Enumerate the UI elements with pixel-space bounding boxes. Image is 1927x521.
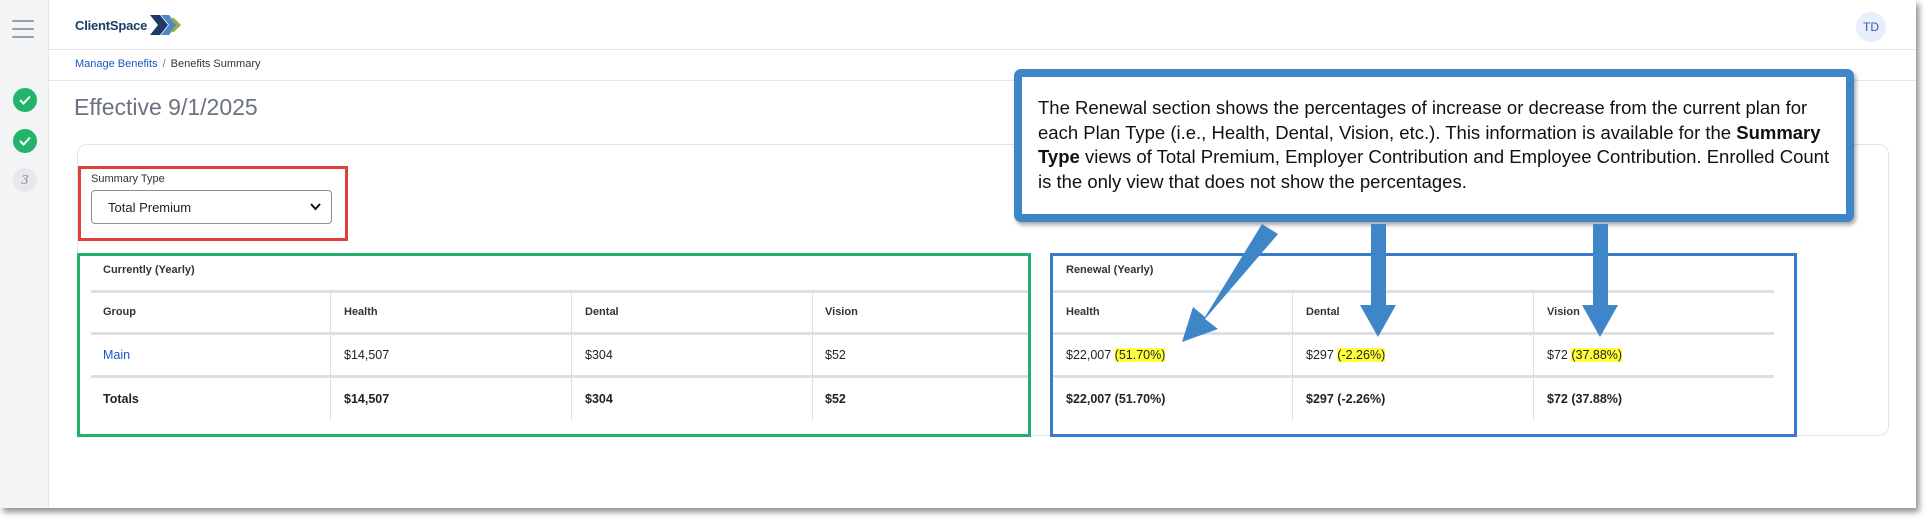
app-window: 3 ClientSpace TD Manage Benefits / Benefit… — [0, 0, 1916, 508]
breadcrumb: Manage Benefits / Benefits Summary — [75, 58, 261, 70]
logo-chevrons-icon — [150, 15, 182, 35]
step-3-label: 3 — [21, 173, 29, 187]
annotation-box-renewal — [1050, 253, 1797, 437]
annotation-box-current — [77, 253, 1031, 437]
clientspace-logo[interactable]: ClientSpace — [75, 14, 182, 36]
breadcrumb-separator: / — [162, 58, 166, 70]
page-title: Effective 9/1/2025 — [74, 94, 258, 120]
callout-text-part-2: views of Total Premium, Employer Contrib… — [1038, 146, 1830, 192]
top-header: ClientSpace TD — [49, 0, 1916, 50]
left-rail: 3 — [0, 0, 49, 508]
breadcrumb-manage-benefits[interactable]: Manage Benefits — [75, 58, 158, 70]
user-avatar[interactable]: TD — [1856, 12, 1886, 42]
breadcrumb-current: Benefits Summary — [170, 58, 261, 70]
step-3-current[interactable]: 3 — [13, 168, 37, 192]
callout-text-part-1: The Renewal section shows the percentage… — [1038, 97, 1808, 143]
check-icon — [19, 136, 31, 146]
annotation-box-summary-type — [78, 166, 348, 241]
logo-text: ClientSpace — [75, 17, 148, 33]
step-2-complete[interactable] — [13, 129, 37, 153]
annotation-callout: The Renewal section shows the percentage… — [1014, 69, 1854, 222]
menu-icon[interactable] — [12, 20, 34, 40]
callout-text: The Renewal section shows the percentage… — [1038, 96, 1844, 194]
check-icon — [19, 95, 31, 105]
step-1-complete[interactable] — [13, 88, 37, 112]
